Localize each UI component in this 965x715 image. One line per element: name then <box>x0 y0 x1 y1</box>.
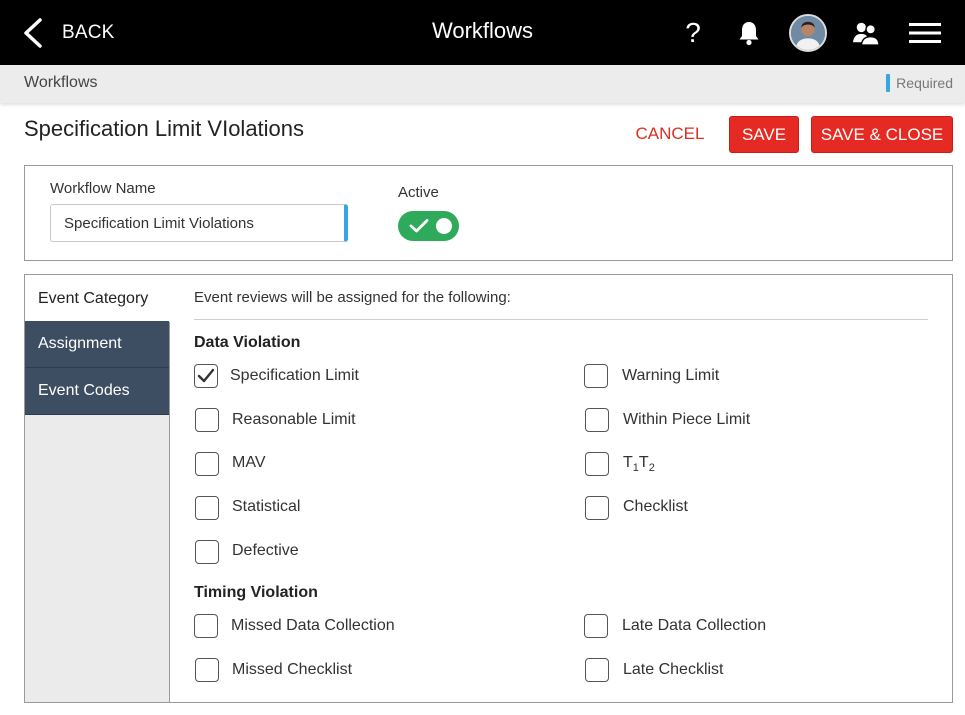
tab-event-codes[interactable]: Event Codes <box>25 368 169 415</box>
label-within-piece-limit: Within Piece Limit <box>623 411 751 428</box>
label-late-data-collection: Late Data Collection <box>622 617 767 634</box>
toggle-knob <box>436 218 452 234</box>
checkbox-late-data-collection[interactable] <box>584 614 608 638</box>
bell-icon[interactable] <box>736 14 762 52</box>
users-icon[interactable] <box>851 14 881 52</box>
label-statistical: Statistical <box>232 498 301 515</box>
intro-text: Event reviews will be assigned for the f… <box>194 289 511 306</box>
breadcrumb: Workflows Required <box>0 65 965 103</box>
label-t1t2: T1T2 <box>623 454 655 474</box>
label-checklist: Checklist <box>623 498 688 515</box>
help-icon[interactable]: ? <box>680 14 706 52</box>
label-warning-limit: Warning Limit <box>622 367 720 384</box>
label-defective: Defective <box>232 542 299 559</box>
t2-letter: T <box>638 454 649 471</box>
label-late-checklist: Late Checklist <box>623 661 724 678</box>
side-nav: Event Category Assignment Event Codes <box>25 275 170 702</box>
workflow-name-label: Workflow Name <box>50 180 156 197</box>
checkbox-within-piece-limit[interactable] <box>585 408 609 432</box>
save-button[interactable]: SAVE <box>729 116 799 153</box>
t2-subscript: 2 <box>648 462 655 475</box>
avatar[interactable] <box>789 14 827 52</box>
hamburger-menu-icon[interactable] <box>908 14 942 52</box>
section-title-data-violation: Data Violation <box>194 334 301 351</box>
checkbox-defective[interactable] <box>195 540 219 564</box>
tab-event-category[interactable]: Event Category <box>25 275 170 322</box>
t1-letter: T <box>623 454 633 471</box>
workflow-name-field[interactable] <box>50 204 348 242</box>
checkbox-late-checklist[interactable] <box>585 658 609 682</box>
section-title-timing-violation: Timing Violation <box>194 584 318 601</box>
page-title: Specification Limit VIolations <box>24 116 305 141</box>
save-and-close-button[interactable]: SAVE & CLOSE <box>811 116 953 153</box>
checkbox-missed-data-collection[interactable] <box>194 614 218 638</box>
workflow-settings-panel: Workflow Name Active <box>24 165 953 261</box>
label-specification-limit: Specification Limit <box>230 367 359 384</box>
checkbox-t1t2[interactable] <box>585 452 609 476</box>
checkmark-icon <box>197 368 215 383</box>
checkbox-reasonable-limit[interactable] <box>195 408 219 432</box>
label-missed-checklist: Missed Checklist <box>232 661 353 678</box>
label-mav: MAV <box>232 454 266 471</box>
checkbox-specification-limit[interactable] <box>194 364 218 388</box>
tab-assignment[interactable]: Assignment <box>25 321 169 368</box>
label-reasonable-limit: Reasonable Limit <box>232 411 356 428</box>
top-app-bar: BACK Workflows ? <box>0 0 965 65</box>
breadcrumb-workflows[interactable]: Workflows <box>24 74 98 92</box>
checkbox-statistical[interactable] <box>195 496 219 520</box>
event-settings-panel: Event Category Assignment Event Codes Ev… <box>24 274 953 703</box>
checkbox-warning-limit[interactable] <box>584 364 608 388</box>
nav-divider <box>169 322 170 702</box>
required-label: Required <box>896 75 953 91</box>
checkbox-checklist[interactable] <box>585 496 609 520</box>
label-missed-data-collection: Missed Data Collection <box>231 617 395 634</box>
active-label: Active <box>398 184 439 201</box>
required-legend: Required <box>886 74 953 92</box>
cancel-button[interactable]: CANCEL <box>626 116 714 152</box>
check-icon <box>409 219 429 233</box>
checkbox-missed-checklist[interactable] <box>195 658 219 682</box>
required-indicator <box>886 74 891 92</box>
active-toggle[interactable] <box>398 211 459 241</box>
checkbox-mav[interactable] <box>195 452 219 476</box>
divider <box>194 319 928 320</box>
